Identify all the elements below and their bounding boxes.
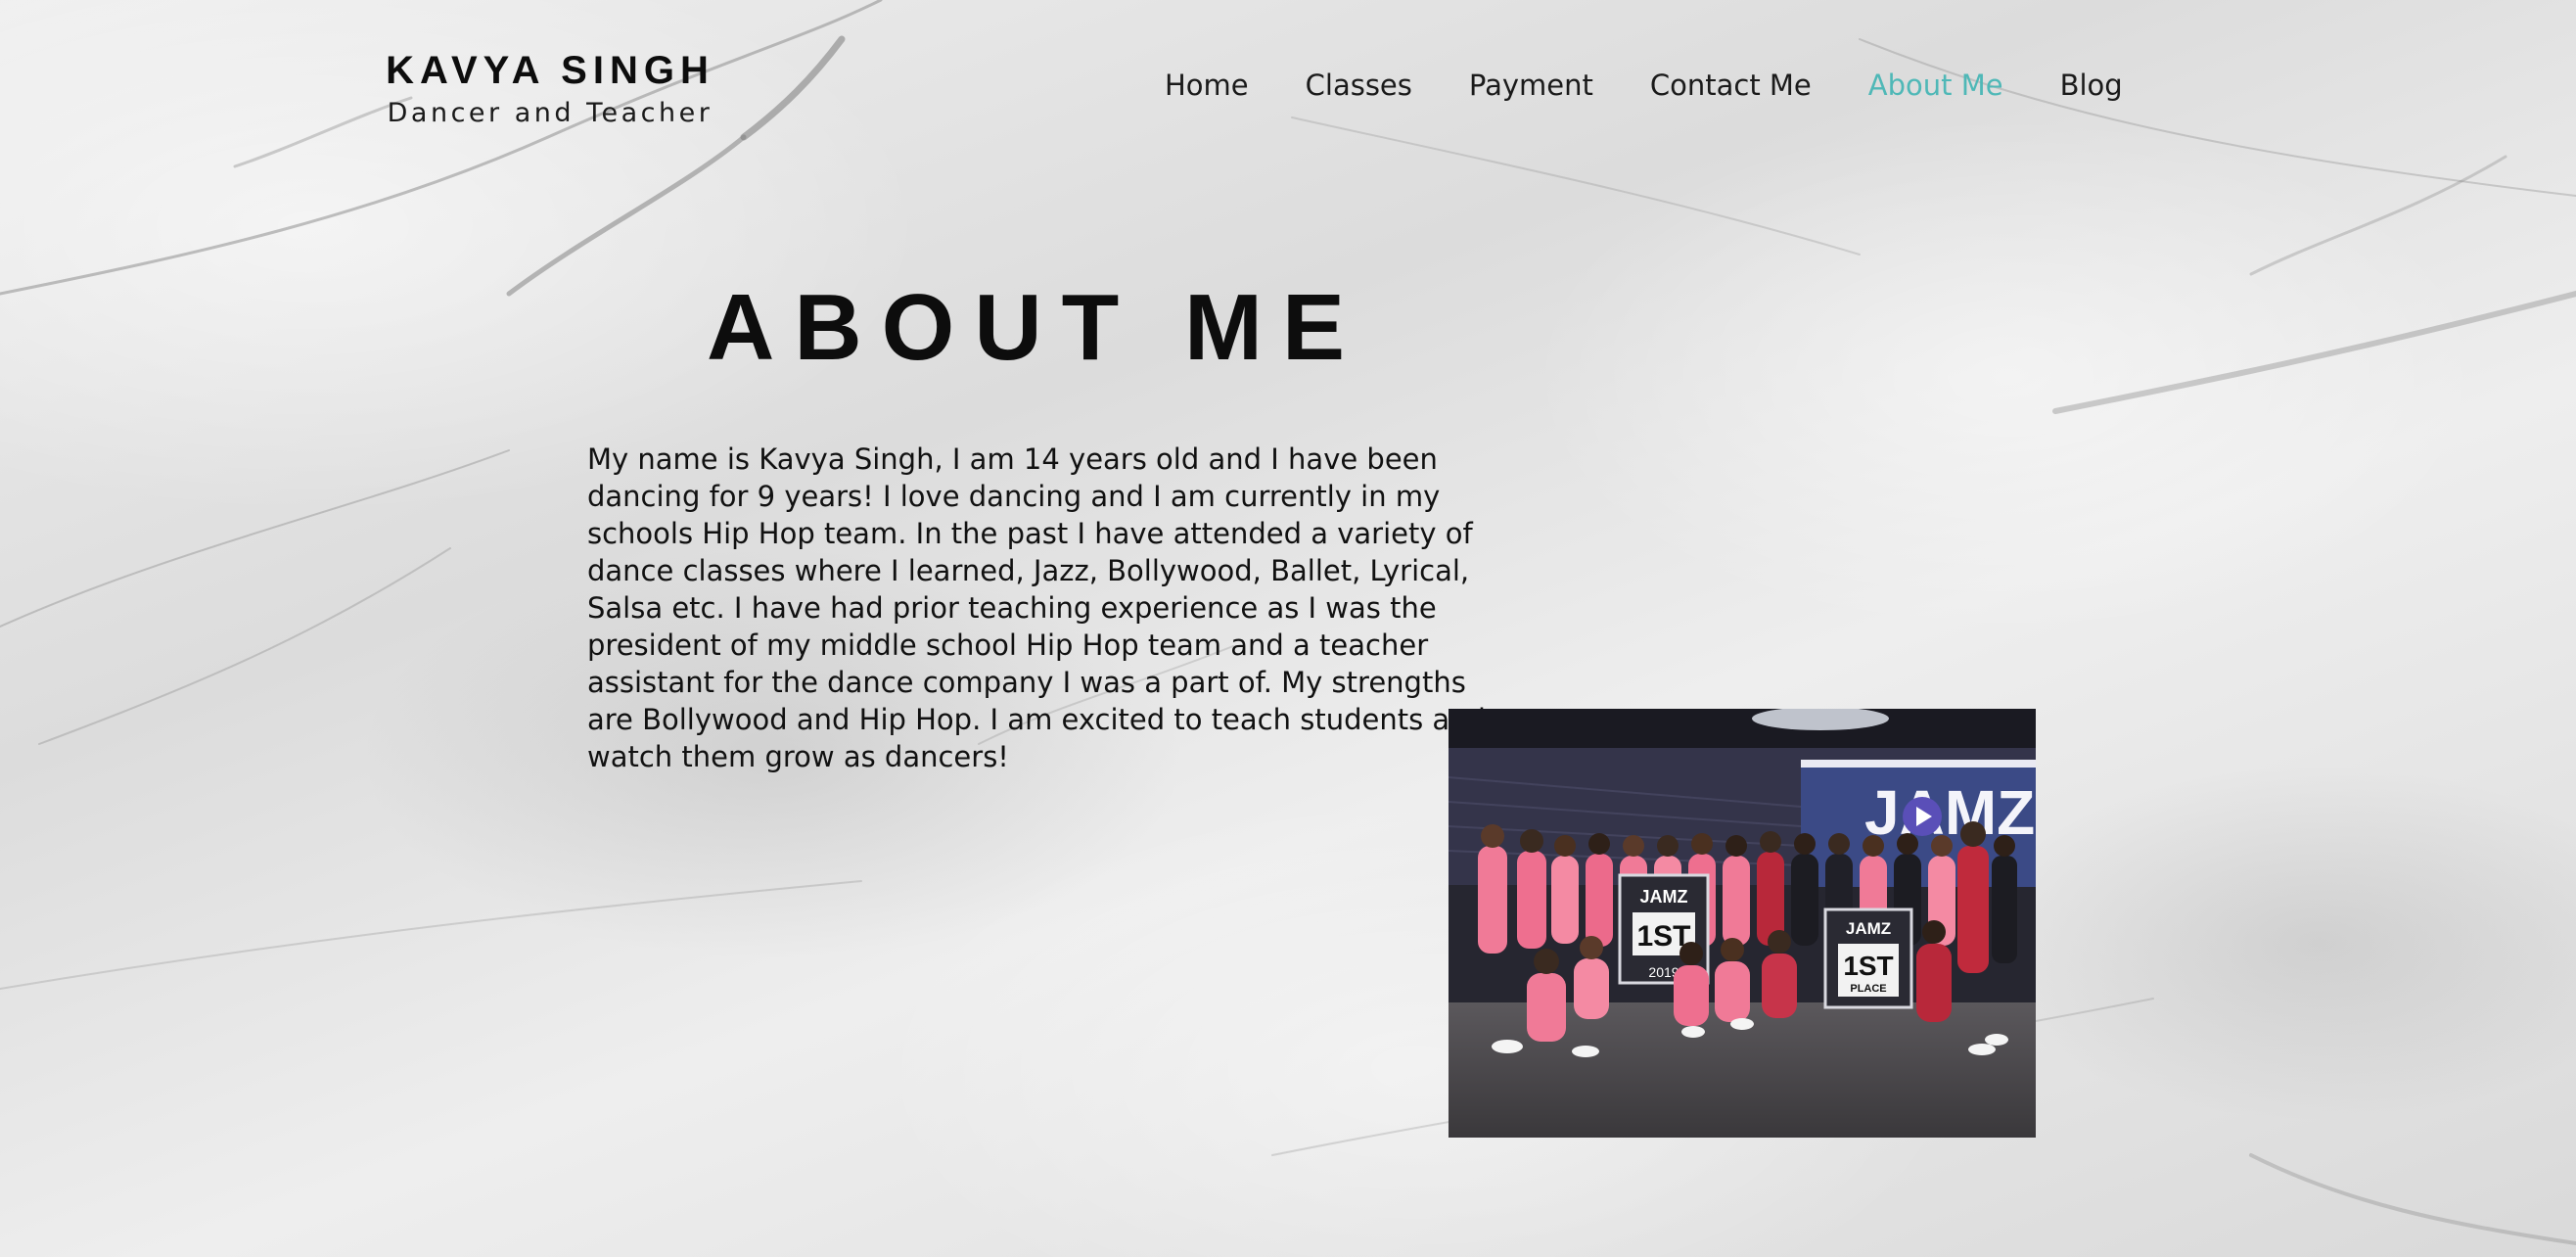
nav-about-me[interactable]: About Me bbox=[1868, 69, 2003, 102]
brand-tagline: Dancer and Teacher bbox=[387, 98, 713, 128]
brand-name[interactable]: KAVYA SINGH bbox=[374, 47, 726, 94]
sign-jamz-right: JAMZ bbox=[1846, 919, 1891, 938]
brand[interactable]: KAVYA SINGH Dancer and Teacher bbox=[374, 47, 726, 131]
sign-jamz-left: JAMZ bbox=[1640, 887, 1688, 907]
nav-payment[interactable]: Payment bbox=[1469, 69, 1593, 102]
sign-1st-right: 1ST bbox=[1843, 951, 1893, 981]
nav-blog[interactable]: Blog bbox=[2060, 69, 2123, 102]
main-nav: Home Classes Payment Contact Me About Me… bbox=[1165, 63, 2123, 108]
nav-classes[interactable]: Classes bbox=[1306, 69, 1412, 102]
nav-contact-me[interactable]: Contact Me bbox=[1650, 69, 1812, 102]
nav-home[interactable]: Home bbox=[1165, 69, 1249, 102]
about-paragraph: My name is Kavya Singh, I am 14 years ol… bbox=[587, 442, 1486, 773]
page-title: ABOUT ME bbox=[707, 275, 1364, 380]
team-photo: JAMZ JAMZ 1ST 2019 JAMZ 1ST PLACE bbox=[1449, 709, 2036, 1138]
sign-place-right: PLACE bbox=[1850, 983, 1886, 995]
